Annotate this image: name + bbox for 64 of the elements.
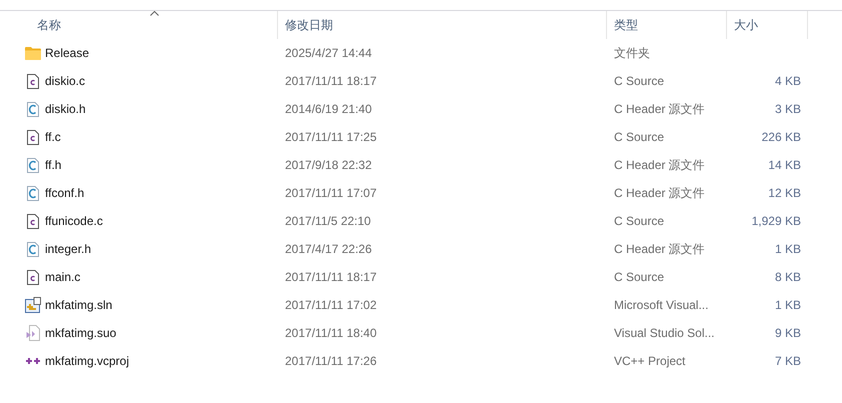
modified-date: 2017/11/11 17:25	[285, 130, 377, 144]
folder-icon	[25, 46, 41, 60]
c-file-icon	[27, 214, 39, 228]
modified-date: 2017/11/11 18:40	[285, 326, 377, 340]
file-size: 3 KB	[774, 101, 801, 118]
file-size: 14 KB	[768, 157, 801, 174]
file-name[interactable]: ff.h	[45, 156, 62, 174]
file-name[interactable]: ffconf.h	[45, 184, 84, 202]
file-type: C Header 源文件	[614, 102, 705, 116]
file-name[interactable]: diskio.c	[45, 72, 86, 90]
solution-file-icon	[25, 297, 41, 313]
file-type: C Source	[614, 74, 664, 88]
file-size: 1,929 KB	[752, 213, 801, 230]
modified-date: 2017/9/18 22:32	[285, 158, 372, 172]
file-size: 4 KB	[774, 73, 801, 90]
modified-date: 2017/11/5 22:10	[285, 214, 371, 228]
modified-date: 2017/11/11 17:02	[285, 298, 377, 312]
file-type: 文件夹	[614, 46, 650, 60]
c-file-icon	[27, 130, 39, 144]
file-size: 8 KB	[774, 269, 801, 286]
file-size: 1 KB	[774, 297, 801, 314]
column-header[interactable]: 名称	[37, 16, 61, 34]
file-name[interactable]: ff.c	[45, 128, 61, 146]
modified-date: 2025/4/27 14:44	[285, 46, 372, 60]
file-type: C Header 源文件	[614, 242, 705, 256]
file-type: C Header 源文件	[614, 186, 705, 200]
c-file-icon	[27, 102, 39, 116]
file-size: 7 KB	[774, 353, 801, 370]
file-size: 226 KB	[762, 129, 801, 146]
file-name[interactable]: ffunicode.c	[45, 212, 103, 230]
file-name[interactable]: mkfatimg.vcproj	[45, 352, 130, 370]
c-file-icon	[27, 74, 39, 88]
c-file-icon	[27, 270, 39, 284]
file-name[interactable]: main.c	[45, 268, 80, 286]
column-header[interactable]: 大小	[734, 16, 758, 34]
modified-date: 2017/11/11 17:26	[285, 354, 377, 368]
file-name[interactable]: diskio.h	[45, 100, 86, 118]
file-type: Visual Studio Sol...	[614, 326, 715, 340]
plus-plus-icon	[25, 356, 41, 366]
file-size: 9 KB	[774, 325, 801, 342]
file-type: C Header 源文件	[614, 158, 705, 172]
modified-date: 2017/4/17 22:26	[285, 242, 372, 256]
modified-date: 2017/11/11 17:07	[285, 186, 377, 200]
file-name[interactable]: integer.h	[45, 240, 92, 258]
c-file-icon	[27, 186, 39, 200]
column-header[interactable]: 修改日期	[285, 16, 333, 34]
c-file-icon	[27, 158, 39, 172]
modified-date: 2017/11/11 18:17	[285, 74, 377, 88]
file-size: 1 KB	[774, 241, 801, 258]
document-icon	[26, 325, 40, 341]
file-name[interactable]: mkfatimg.sln	[45, 296, 112, 314]
file-type: C Source	[614, 270, 664, 284]
sort-chevron-icon	[150, 11, 159, 16]
column-header[interactable]: 类型	[614, 16, 638, 34]
c-file-icon	[27, 242, 39, 256]
modified-date: 2014/6/19 21:40	[285, 102, 372, 116]
modified-date: 2017/11/11 18:17	[285, 270, 377, 284]
file-name[interactable]: Release	[45, 44, 90, 62]
file-size: 12 KB	[768, 185, 801, 202]
file-type: C Source	[614, 130, 664, 144]
file-type: Microsoft Visual...	[614, 298, 708, 312]
file-type: C Source	[614, 214, 664, 228]
file-type: VC++ Project	[614, 354, 686, 368]
file-name[interactable]: mkfatimg.suo	[45, 324, 116, 342]
